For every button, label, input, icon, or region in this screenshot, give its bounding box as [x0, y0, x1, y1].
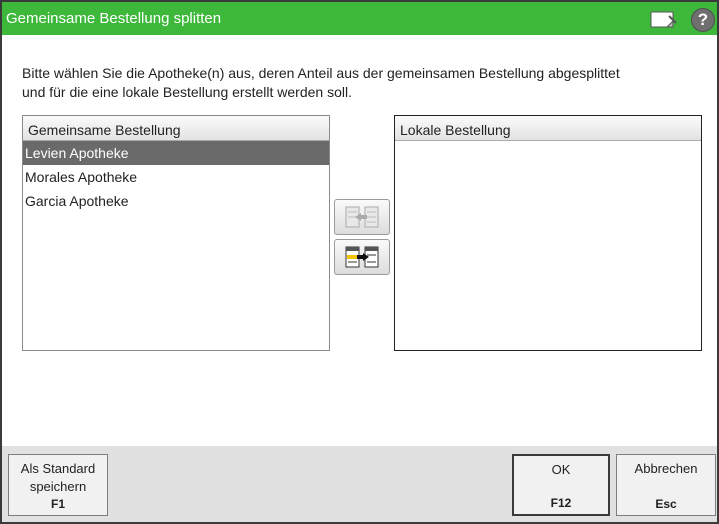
dialog-window: Gemeinsame Bestellung splitten ? Bitte w… — [0, 0, 719, 524]
title-bar: Gemeinsame Bestellung splitten ? — [2, 2, 717, 35]
list-item-garcia-apotheke[interactable]: Garcia Apotheke — [23, 189, 329, 213]
ok-button[interactable]: OK F12 — [512, 454, 610, 516]
cancel-button[interactable]: Abbrechen Esc — [616, 454, 716, 516]
local-order-list-header: Lokale Bestellung — [395, 116, 701, 141]
save-as-default-label: Als Standard speichern — [9, 460, 107, 496]
help-icon[interactable]: ? — [691, 8, 715, 32]
shared-order-list[interactable]: Gemeinsame Bestellung Levien Apotheke Mo… — [22, 115, 330, 351]
shared-order-list-header: Gemeinsame Bestellung — [23, 116, 329, 141]
ok-label: OK — [551, 462, 571, 477]
instruction-line-2: und für die eine lokale Bestellung erste… — [22, 84, 352, 100]
ok-shortcut: F12 — [550, 496, 572, 510]
local-order-list[interactable]: Lokale Bestellung — [394, 115, 702, 351]
window-title: Gemeinsame Bestellung splitten — [6, 10, 222, 27]
save-as-default-shortcut: F1 — [50, 497, 65, 511]
move-to-right-icon — [345, 246, 379, 268]
cancel-label: Abbrechen — [634, 461, 698, 476]
save-as-default-button[interactable]: Als Standard speichern F1 — [8, 454, 108, 516]
list-item-morales-apotheke[interactable]: Morales Apotheke — [23, 165, 329, 189]
instruction-text: Bitte wählen Sie die Apotheke(n) aus, de… — [22, 64, 712, 102]
list-item-levien-apotheke[interactable]: Levien Apotheke — [23, 141, 329, 165]
cancel-shortcut: Esc — [655, 497, 677, 511]
move-to-right-button[interactable] — [334, 239, 390, 275]
instruction-line-1: Bitte wählen Sie die Apotheke(n) aus, de… — [22, 65, 620, 81]
note-icon[interactable] — [650, 10, 678, 30]
save-as-default-label-line-2: speichern — [29, 479, 87, 494]
move-to-left-icon — [345, 206, 379, 228]
save-as-default-label-line-1: Als Standard — [20, 461, 96, 476]
move-to-left-button[interactable] — [334, 199, 390, 235]
